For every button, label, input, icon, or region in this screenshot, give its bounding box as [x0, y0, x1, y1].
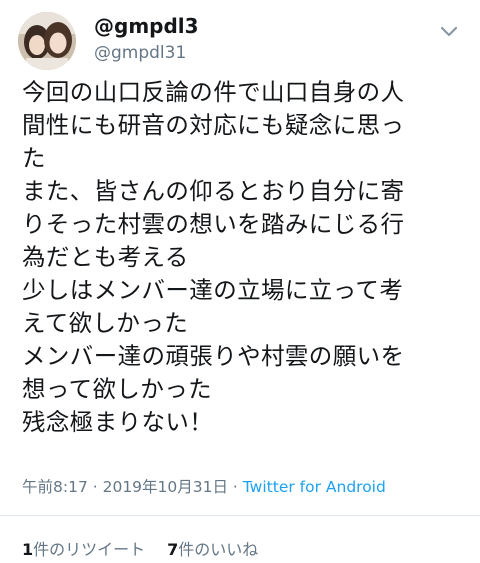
- tweet-line: 想って欲しかった: [22, 375, 213, 403]
- retweet-count: 1: [22, 540, 34, 559]
- retweets-stat[interactable]: 1件のリツイート: [22, 540, 145, 559]
- tweet-source-link[interactable]: Twitter for Android: [243, 478, 386, 496]
- meta-separator: ·: [87, 478, 103, 496]
- likes-stat[interactable]: 7件のいいね: [167, 540, 258, 559]
- tweet-stats: 1件のリツイート 7件のいいね: [22, 536, 258, 560]
- chevron-down-icon: [440, 26, 458, 37]
- meta-separator: ·: [228, 478, 243, 496]
- user-avatar[interactable]: [18, 12, 76, 70]
- user-handle[interactable]: @gmpdl31: [94, 42, 199, 64]
- tweet-menu-button[interactable]: [436, 18, 462, 44]
- retweet-label: 件のリツイート: [33, 540, 146, 559]
- divider: [0, 515, 480, 516]
- tweet-line: りそった村雲の想いを踏みにじる行: [22, 210, 405, 238]
- tweet-line: メンバー達の頑張りや村雲の願いを: [22, 342, 405, 370]
- tweet-line: 残念極まりない！: [22, 408, 214, 436]
- tweet-line: 間性にも研音の対応にも疑念に思っ: [22, 111, 405, 139]
- user-photo-avatar-icon: [18, 12, 76, 70]
- tweet-line: また、皆さんの仰るとおり自分に寄: [22, 177, 405, 205]
- tweet-header: @gmpdl3 @gmpdl31: [18, 12, 468, 72]
- tweet-date[interactable]: 2019年10月31日: [103, 478, 228, 496]
- tweet-line: 為だとも考える: [22, 243, 189, 271]
- tweet-time[interactable]: 午前8:17: [22, 478, 88, 496]
- tweet-meta: 午前8:17 · 2019年10月31日 · Twitter for Andro…: [22, 475, 386, 497]
- tweet-line: た: [22, 144, 46, 172]
- like-label: 件のいいね: [178, 540, 259, 559]
- like-count: 7: [167, 540, 179, 559]
- tweet-line: えて欲しかった: [22, 309, 189, 337]
- display-name[interactable]: @gmpdl3: [94, 14, 199, 38]
- tweet-text: 今回の山口反論の件で山口自身の人 間性にも研音の対応にも疑念に思っ た また、皆…: [22, 76, 478, 439]
- tweet-line: 少しはメンバー達の立場に立って考: [22, 276, 404, 304]
- tweet-line: 今回の山口反論の件で山口自身の人: [22, 78, 405, 106]
- user-names: @gmpdl3 @gmpdl31: [94, 14, 199, 64]
